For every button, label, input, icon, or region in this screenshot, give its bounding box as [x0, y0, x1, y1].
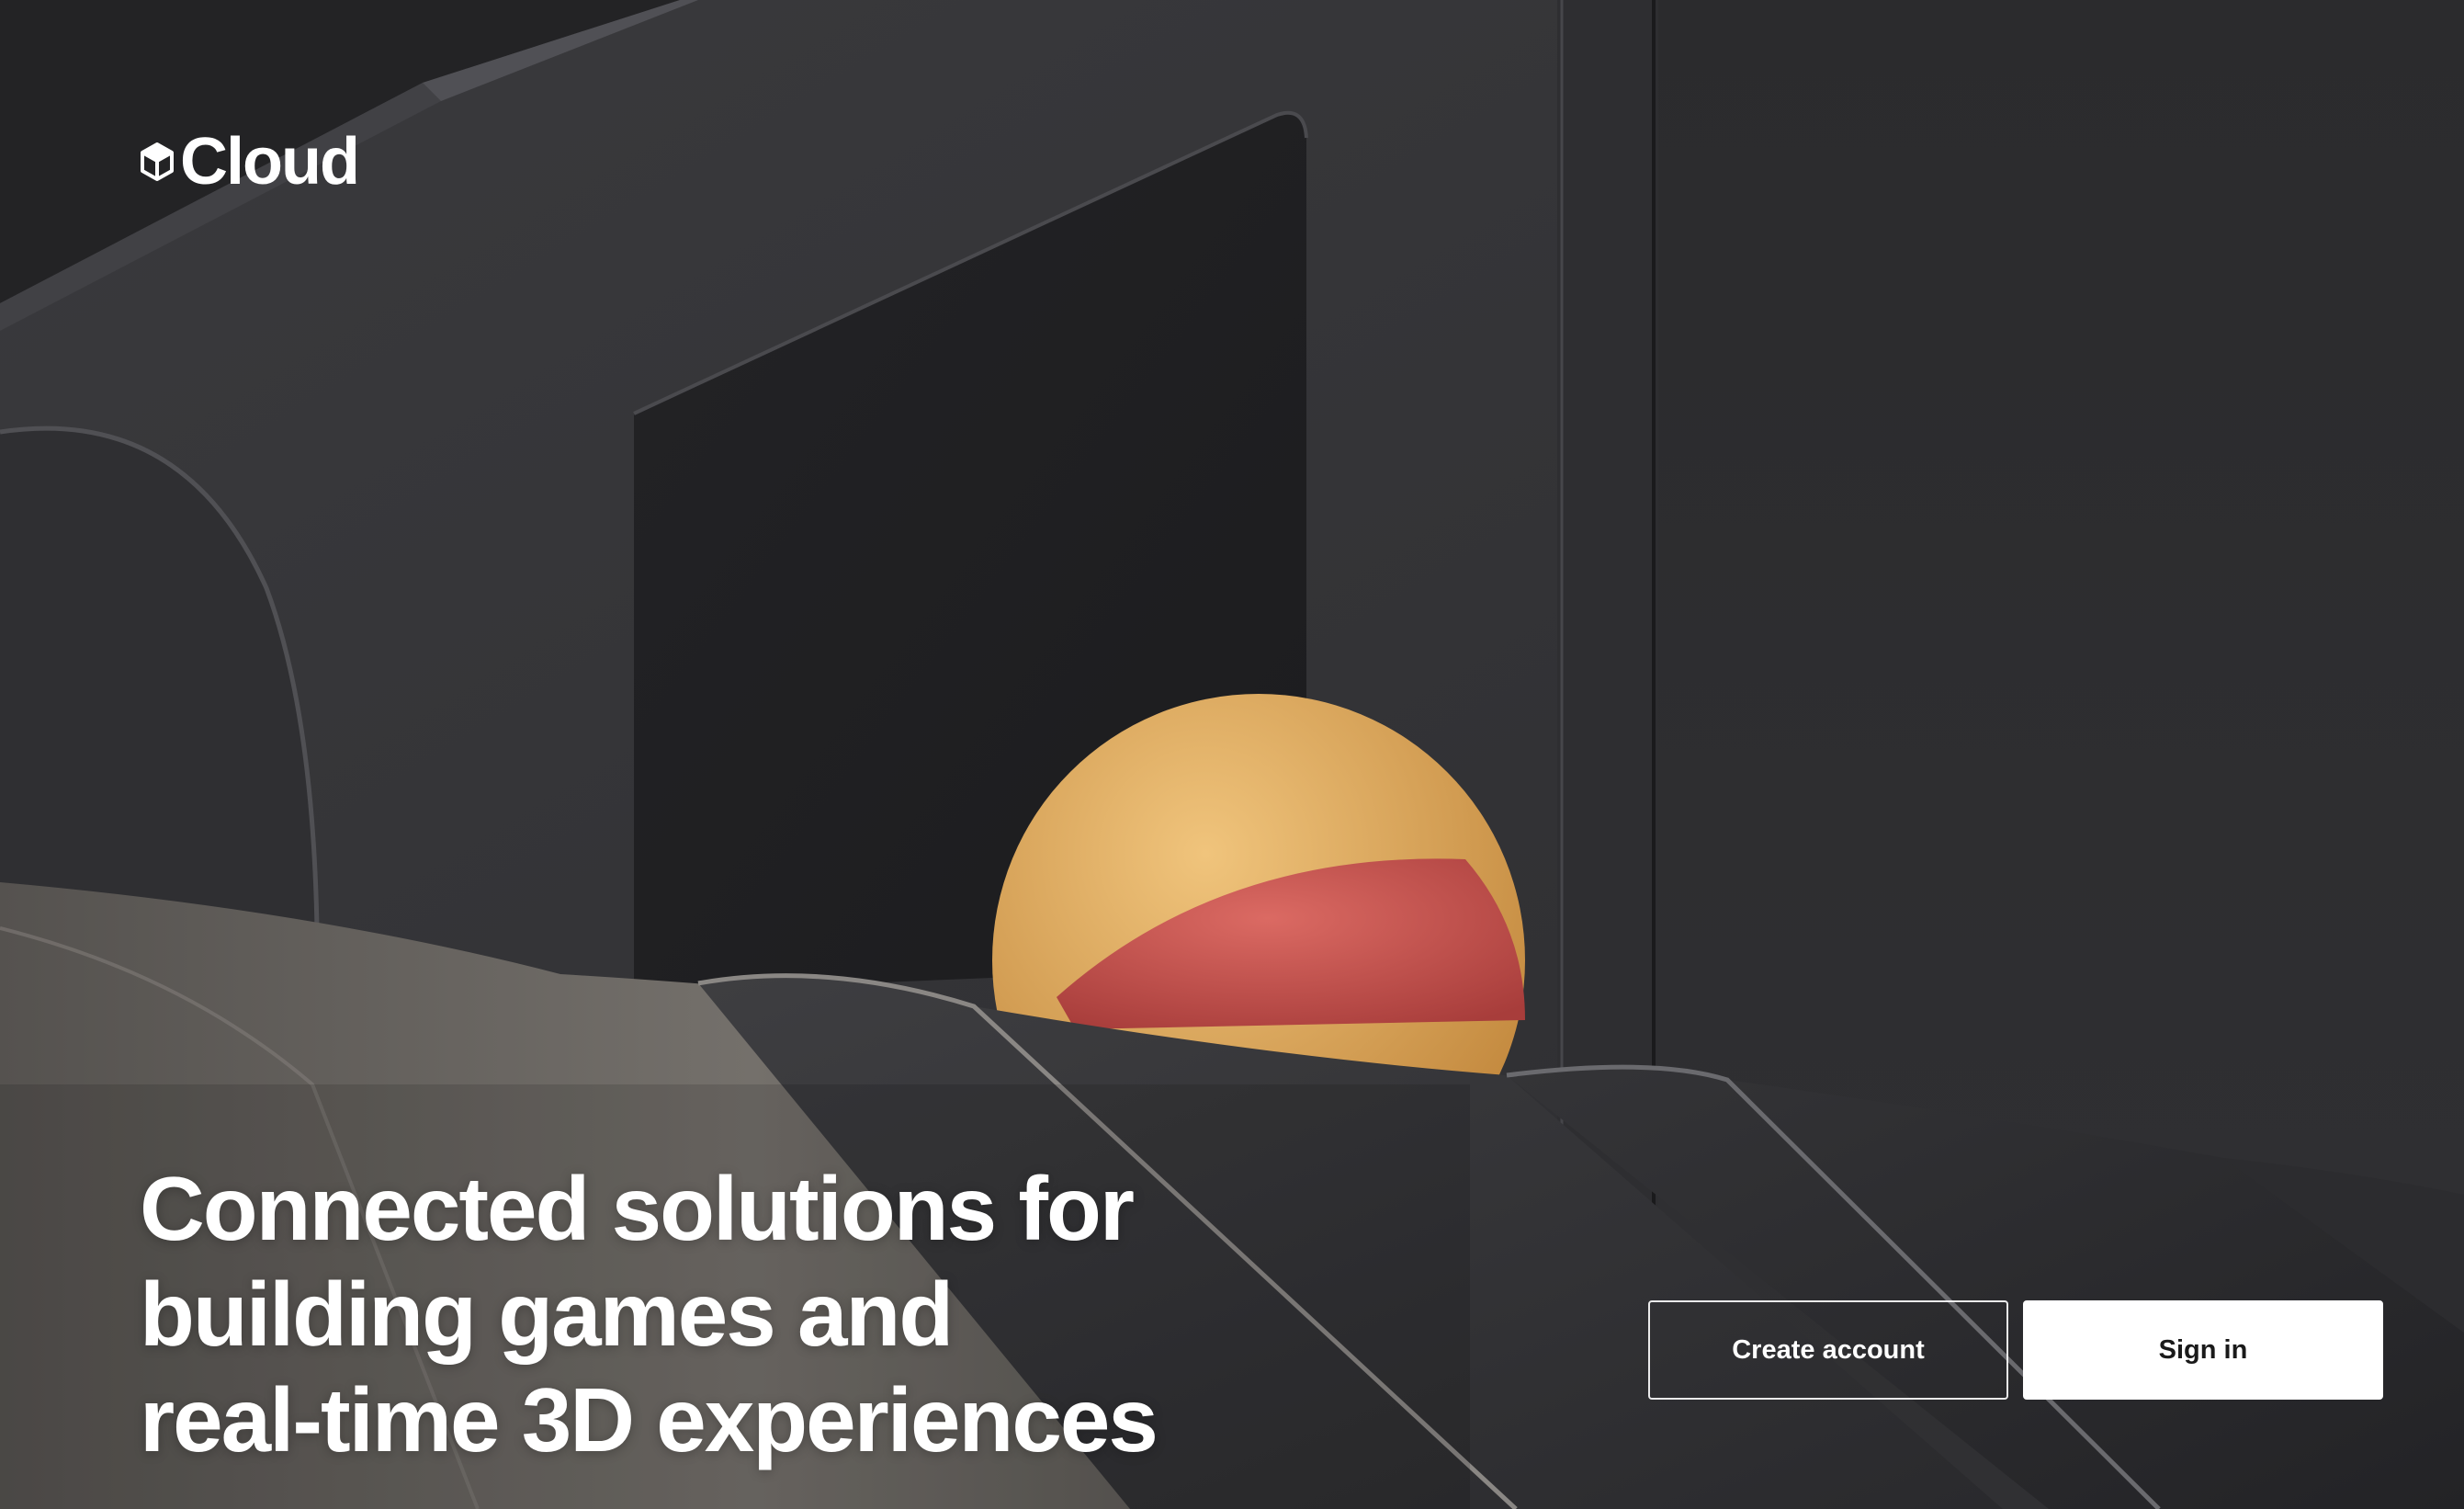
- hero-headline: Connected solutions for building games a…: [140, 1156, 1426, 1473]
- sign-in-button[interactable]: Sign in: [2023, 1300, 2383, 1400]
- create-account-button[interactable]: Create account: [1648, 1300, 2008, 1400]
- headline-line-1: Connected solutions for: [140, 1158, 1135, 1259]
- brand-name: Cloud: [180, 125, 360, 199]
- headline-line-3: real-time 3D experiences: [140, 1369, 1159, 1470]
- headline-line-2: building games and: [140, 1264, 954, 1365]
- auth-actions: Create account Sign in: [1648, 1300, 2383, 1400]
- unity-cube-icon: [141, 142, 174, 181]
- brand-logo[interactable]: Cloud: [140, 125, 360, 199]
